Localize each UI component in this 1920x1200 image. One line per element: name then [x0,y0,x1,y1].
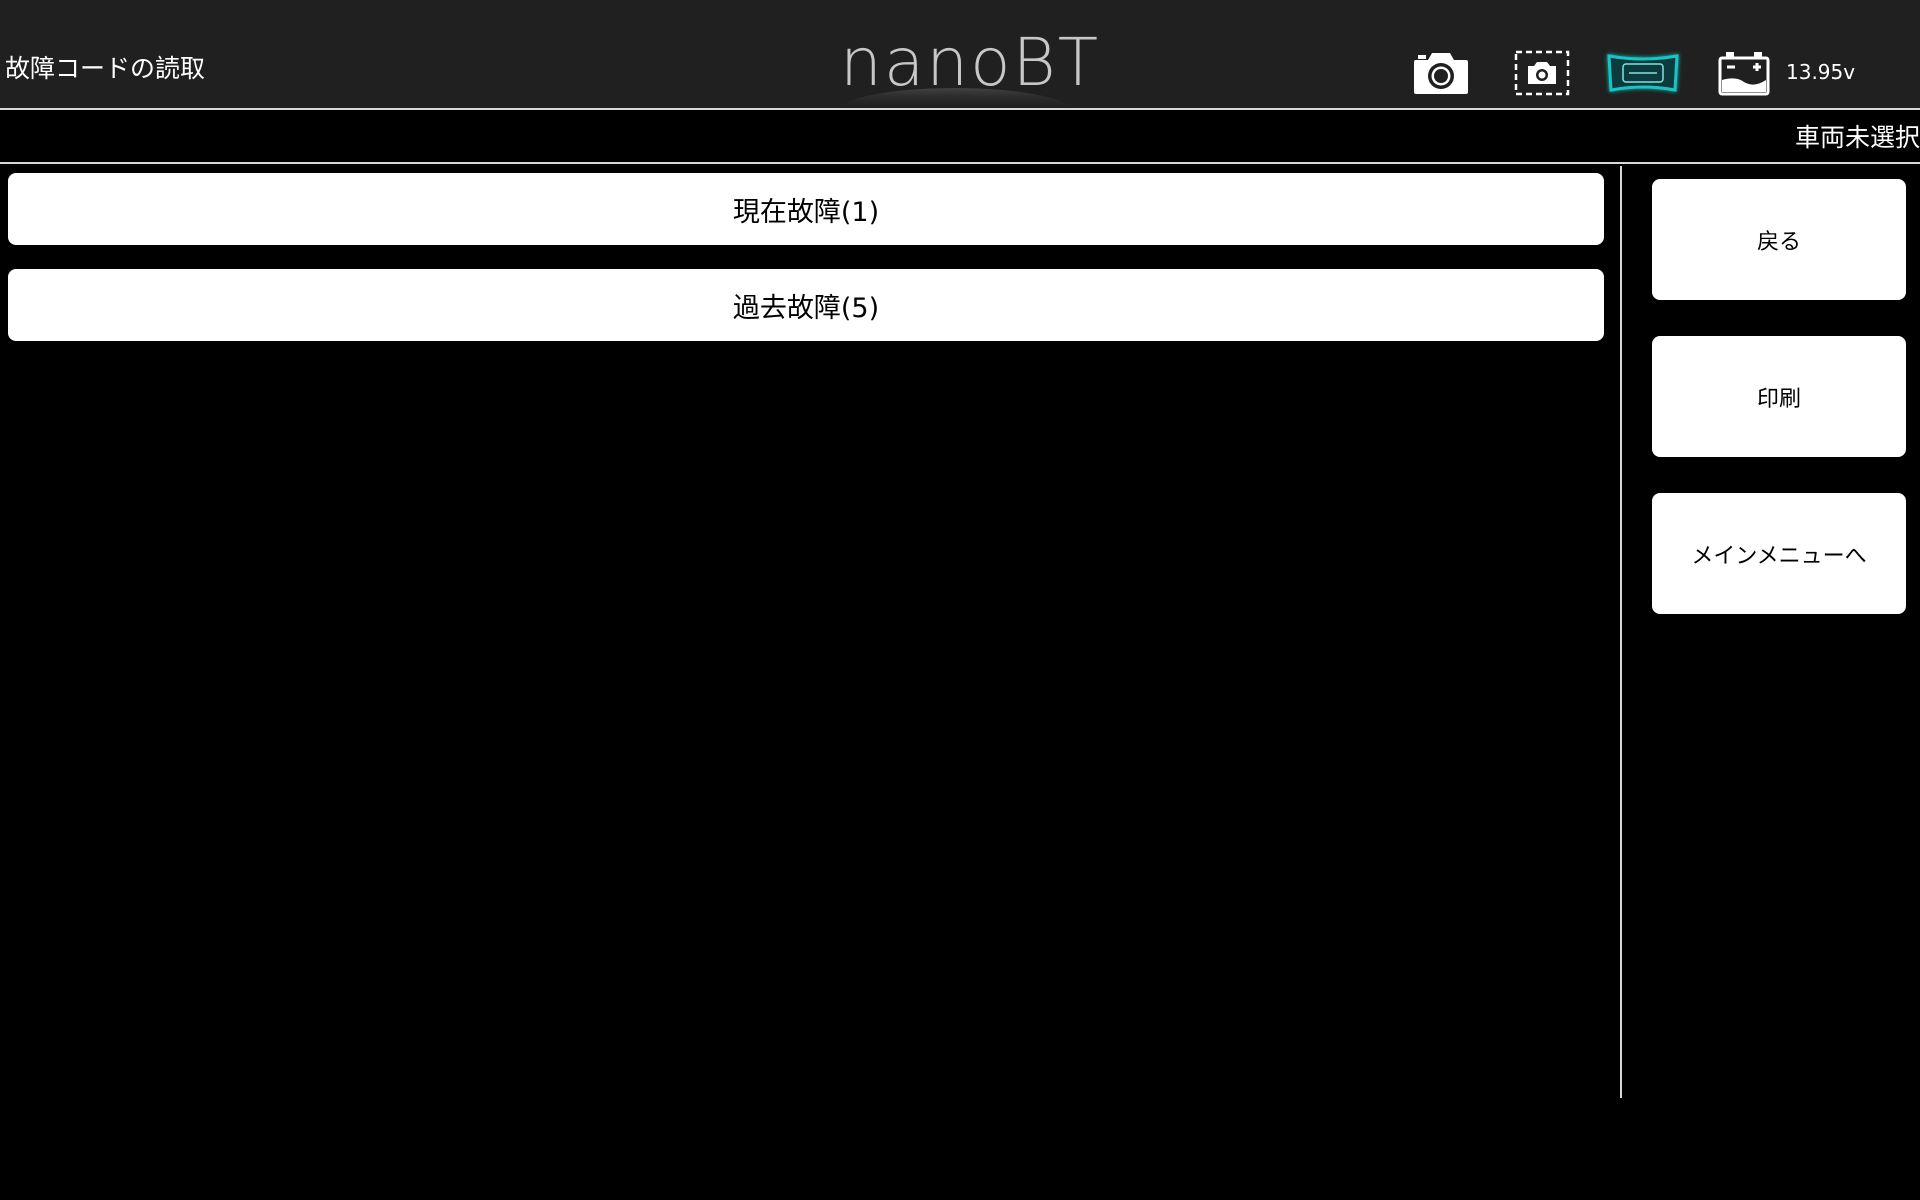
camera-icon[interactable] [1412,48,1470,96]
main-menu-button[interactable]: メインメニューへ [1652,493,1906,614]
vehicle-status-bar: 車両未選択 [0,112,1920,164]
past-faults-button[interactable]: 過去故障(5) [8,269,1604,341]
app-window: 故障コードの読取 nanoBT 13.95v 車両未選択 現在故障(1) 過去故… [0,0,1920,1200]
top-header: 故障コードの読取 nanoBT 13.95v [0,0,1920,110]
screenshot-icon[interactable] [1514,50,1570,96]
battery-icon [1718,50,1770,96]
vehicle-status: 車両未選択 [1794,123,1920,152]
vci-connection-icon[interactable] [1603,50,1683,96]
panel-divider [1620,166,1622,1098]
app-logo: nanoBT [840,24,1101,110]
fault-category-list: 現在故障(1) 過去故障(5) [0,166,1620,1096]
current-faults-button[interactable]: 現在故障(1) [8,173,1604,245]
screen-title: 故障コードの読取 [5,54,206,83]
back-button[interactable]: 戻る [1652,179,1906,300]
logo-text: nanoBT [840,24,1101,101]
print-button[interactable]: 印刷 [1652,336,1906,457]
battery-voltage: 13.95v [1786,60,1856,84]
